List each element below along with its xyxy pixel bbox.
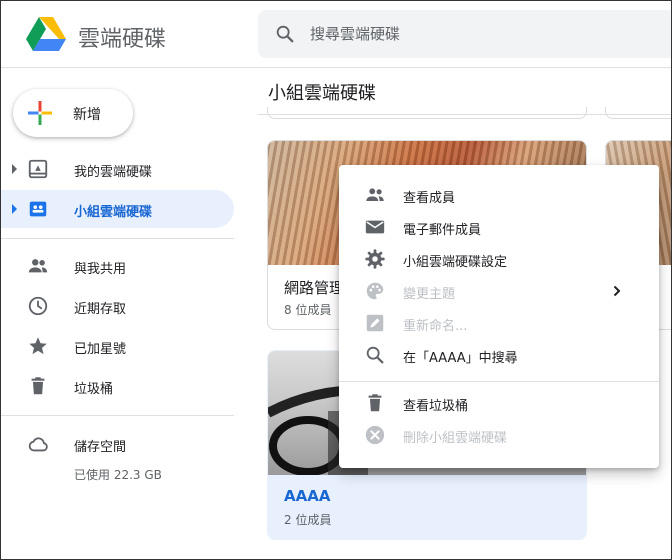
email-icon [365,220,385,234]
menu-item-delete-team-drive: 刪除小組雲端硬碟 [339,419,659,451]
menu-item-rename: 重新命名... [339,307,659,339]
page-title: 小組雲端硬碟 [268,83,376,104]
app-window: 雲端硬碟 新增 我的雲端硬碟 [0,0,672,560]
sidebar-item-label: 已加星號 [74,342,127,357]
expand-caret-icon[interactable] [12,164,17,174]
menu-item-view-members[interactable]: 查看成員 [339,179,659,211]
sidebar-item-team-drives[interactable]: 小組雲端硬碟 [1,190,234,228]
sidebar-divider [1,238,234,239]
sidebar-item-shared[interactable]: 與我共用 [1,247,234,285]
new-button[interactable]: 新增 [13,89,133,137]
sidebar-item-trash[interactable]: 垃圾桶 [1,367,234,405]
menu-item-search-in[interactable]: 在「AAAA」中搜尋 [339,339,659,371]
menu-item-email-members[interactable]: 電子郵件成員 [339,211,659,243]
sidebar-item-storage[interactable]: 儲存空間 [1,425,234,463]
menu-item-label: 刪除小組雲端硬碟 [403,431,508,446]
star-icon [29,337,47,355]
menu-item-label: 電子郵件成員 [403,223,482,238]
rename-icon [366,314,384,332]
sidebar-item-label: 儲存空間 [74,440,127,455]
card-partial [267,107,587,119]
sidebar-item-starred[interactable]: 已加星號 [1,327,234,365]
sidebar-item-recent[interactable]: 近期存取 [1,287,234,325]
menu-item-label: 查看成員 [403,191,456,206]
menu-item-label: 查看垃圾桶 [403,399,469,414]
team-drive-icon [29,201,47,217]
shared-icon [28,259,48,273]
card-members: 2 位成員 [284,513,332,527]
sidebar-item-label: 我的雲端硬碟 [74,165,153,180]
trash-icon [368,394,382,412]
menu-item-label: 小組雲端硬碟設定 [403,255,508,270]
card-name: AAAA [284,487,331,505]
menu-item-change-theme: 變更主題 [339,275,659,307]
sidebar-item-label: 近期存取 [74,302,127,317]
search-input[interactable] [310,22,650,46]
plus-icon [28,101,52,125]
storage-used-text: 已使用 22.3 GB [74,468,162,482]
drive-logo-icon[interactable] [26,15,66,51]
card-members: 8 位成員 [284,303,332,317]
people-icon [366,188,384,201]
menu-item-label: 變更主題 [403,287,456,302]
sidebar-divider [1,415,234,416]
header-divider [1,67,671,68]
menu-item-label: 在「AAAA」中搜尋 [403,351,518,366]
sidebar-item-my-drive[interactable]: 我的雲端硬碟 [1,150,234,188]
new-button-label: 新增 [73,107,101,123]
expand-caret-icon[interactable] [12,204,17,214]
card-name: 網路管理 [284,279,345,297]
delete-circle-icon [365,425,385,445]
sidebar-item-label: 小組雲端硬碟 [74,205,153,220]
menu-item-settings[interactable]: 小組雲端硬碟設定 [339,243,659,275]
app-title: 雲端硬碟 [78,27,167,52]
menu-item-view-trash[interactable]: 查看垃圾桶 [339,387,659,419]
search-bar[interactable] [258,10,671,58]
gear-icon [365,249,385,269]
my-drive-icon [28,159,48,179]
menu-separator [339,381,659,382]
search-icon [366,346,384,364]
palette-icon [366,282,384,300]
clock-icon [28,296,48,316]
sidebar-item-label: 與我共用 [74,262,127,277]
trash-icon [31,377,45,395]
sidebar-item-label: 垃圾桶 [74,382,114,397]
search-icon[interactable] [274,23,296,45]
chevron-right-icon [613,285,621,297]
menu-item-label: 重新命名... [403,319,468,334]
cloud-icon [28,437,48,452]
card-partial [605,107,671,119]
context-menu: 查看成員 電子郵件成員 小組雲端硬碟設定 變更主題 重新命名... 在「AAAA… [339,165,659,468]
